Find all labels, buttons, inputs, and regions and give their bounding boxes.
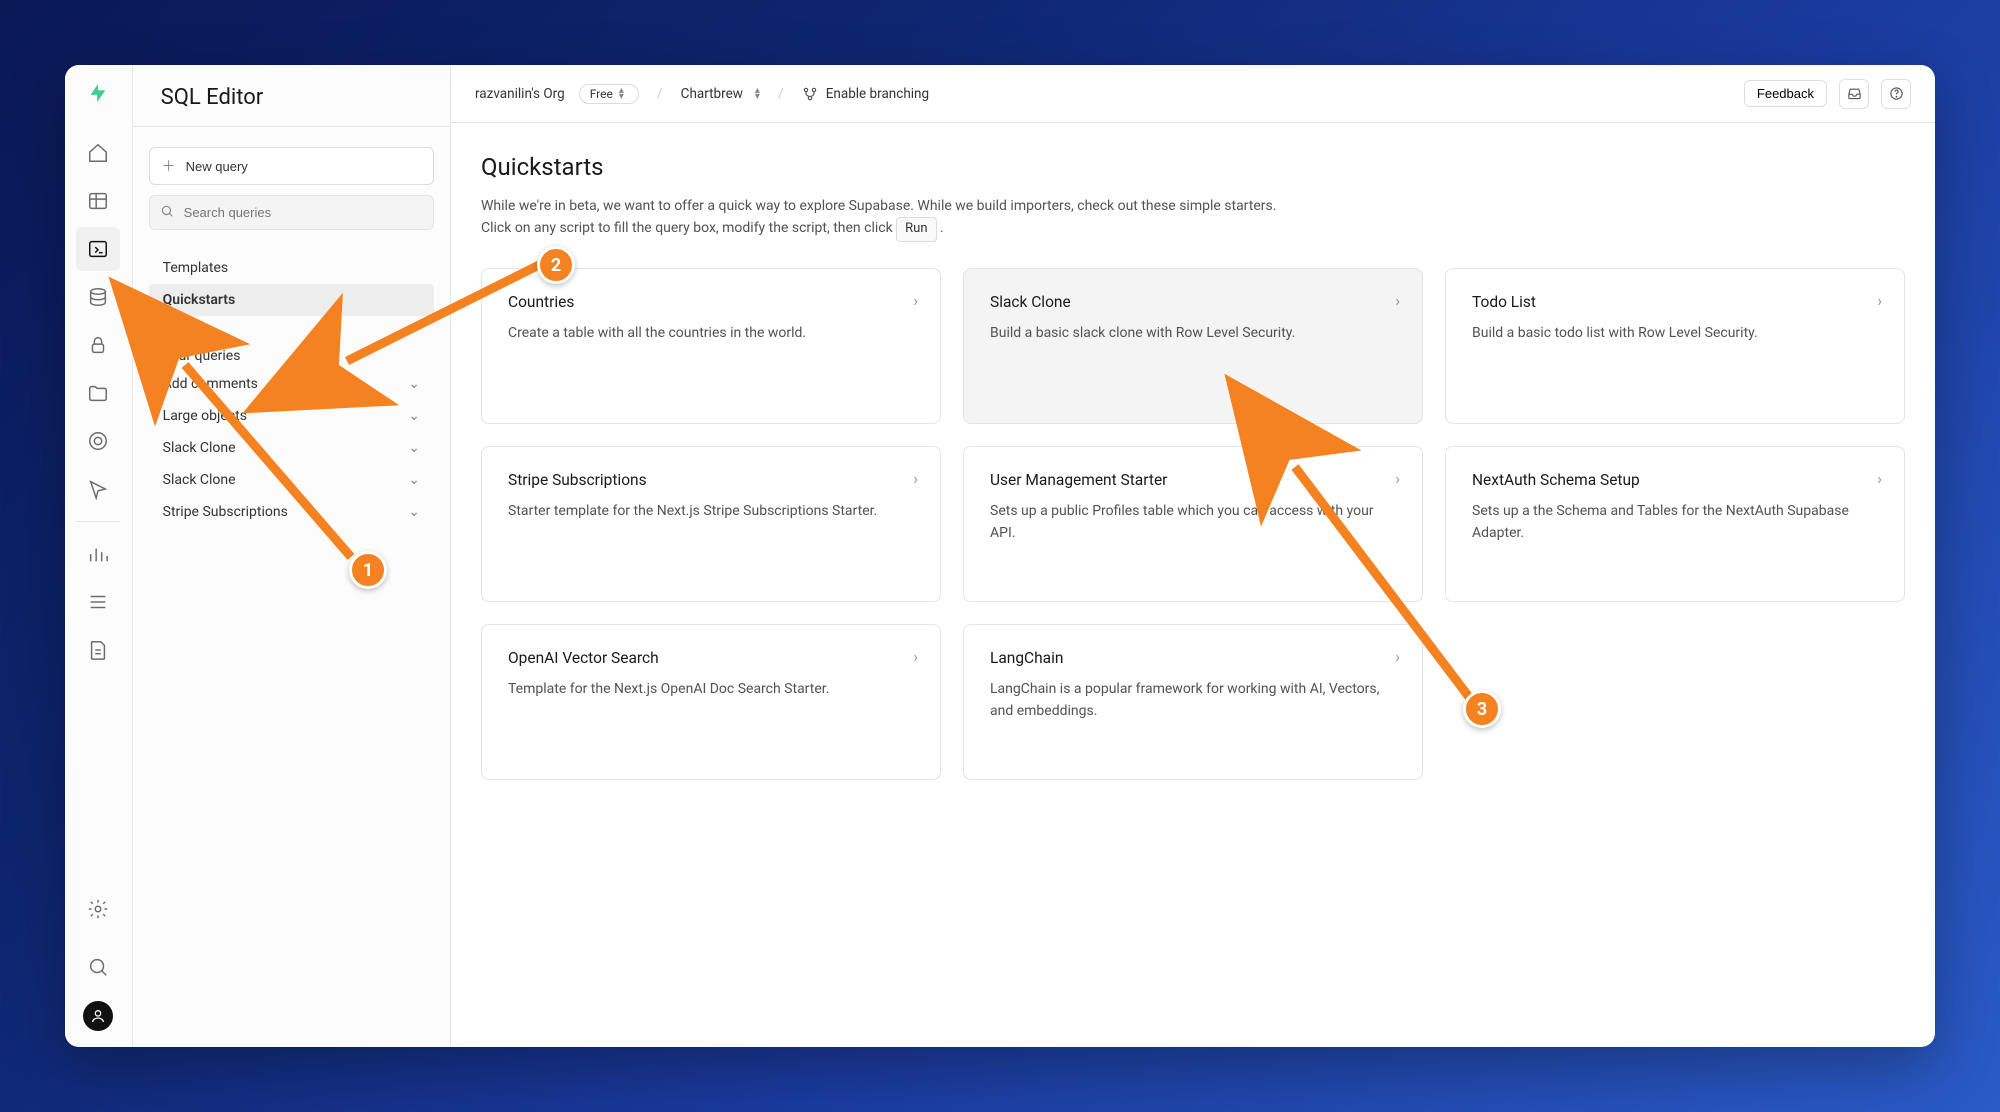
chevron-right-icon: › — [913, 469, 918, 488]
nav-realtime[interactable] — [76, 467, 120, 511]
chevron-right-icon: › — [1877, 291, 1882, 310]
content: Quickstarts While we're in beta, we want… — [451, 123, 1935, 1047]
search-icon — [160, 203, 174, 222]
chevron-down-icon: ⌄ — [408, 472, 420, 488]
quickstart-grid: Countries Create a table with all the co… — [481, 268, 1905, 780]
new-query-button[interactable]: ＋ New query — [149, 147, 434, 185]
topbar: razvanilin's Org Free ▴▾ / Chartbrew ▴▾ … — [451, 65, 1935, 123]
nav-home[interactable] — [76, 131, 120, 175]
branch-icon — [802, 86, 818, 102]
chevron-right-icon: › — [913, 647, 918, 666]
chevron-down-icon: ⌄ — [408, 440, 420, 456]
enable-branching[interactable]: Enable branching — [802, 86, 929, 102]
plus-icon: ＋ — [162, 156, 176, 176]
chevron-right-icon: › — [1395, 647, 1400, 666]
card-openai[interactable]: OpenAI Vector Search Template for the Ne… — [481, 624, 941, 780]
sidebar-quickstarts[interactable]: Quickstarts — [149, 284, 434, 316]
breadcrumb-org[interactable]: razvanilin's Org — [475, 86, 565, 102]
user-avatar[interactable] — [83, 1001, 113, 1031]
help-icon[interactable] — [1881, 79, 1911, 109]
chevron-right-icon: › — [913, 291, 918, 310]
nav-logs[interactable] — [76, 580, 120, 624]
card-user-mgmt[interactable]: User Management Starter Sets up a public… — [963, 446, 1423, 602]
chevron-right-icon: › — [1877, 469, 1882, 488]
card-slack-clone[interactable]: Slack Clone Build a basic slack clone wi… — [963, 268, 1423, 424]
separator: / — [774, 86, 788, 102]
inbox-icon[interactable] — [1839, 79, 1869, 109]
plan-badge[interactable]: Free ▴▾ — [579, 84, 639, 104]
chevron-right-icon: › — [1395, 469, 1400, 488]
search-input[interactable] — [184, 205, 423, 220]
breadcrumb-project[interactable]: Chartbrew ▴▾ — [681, 86, 760, 102]
query-item[interactable]: Stripe Subscriptions⌄ — [149, 496, 434, 528]
card-stripe[interactable]: Stripe Subscriptions Starter template fo… — [481, 446, 941, 602]
chevron-down-icon: ⌄ — [408, 408, 420, 424]
nav-sql-editor[interactable] — [76, 227, 120, 271]
annotation-1: 1 — [349, 551, 387, 589]
nav-settings[interactable] — [76, 887, 120, 931]
icon-rail — [65, 65, 133, 1047]
chevron-down-icon: ⌄ — [408, 376, 420, 392]
rail-divider — [76, 521, 120, 522]
nav-edge-functions[interactable] — [76, 419, 120, 463]
card-todo-list[interactable]: Todo List Build a basic todo list with R… — [1445, 268, 1905, 424]
query-item[interactable]: Slack Clone⌄ — [149, 464, 434, 496]
run-chip: Run — [896, 217, 936, 242]
feedback-button[interactable]: Feedback — [1744, 80, 1827, 107]
search-queries-field[interactable] — [149, 195, 434, 230]
query-item[interactable]: Slack Clone⌄ — [149, 432, 434, 464]
supabase-logo[interactable] — [82, 77, 114, 109]
card-countries[interactable]: Countries Create a table with all the co… — [481, 268, 941, 424]
updown-icon: ▴▾ — [755, 88, 760, 100]
annotation-3: 3 — [1463, 690, 1501, 728]
nav-storage[interactable] — [76, 371, 120, 415]
new-query-label: New query — [186, 159, 248, 174]
sidebar-title: SQL Editor — [133, 65, 450, 127]
annotation-2: 2 — [537, 246, 575, 284]
nav-reports[interactable] — [76, 532, 120, 576]
chevron-right-icon: › — [1395, 291, 1400, 310]
main-area: razvanilin's Org Free ▴▾ / Chartbrew ▴▾ … — [451, 65, 1935, 1047]
query-item[interactable]: Add comments⌄ — [149, 368, 434, 400]
nav-database[interactable] — [76, 275, 120, 319]
sidebar-panel: SQL Editor ＋ New query Templates Quickst… — [133, 65, 451, 1047]
chevron-down-icon: ⌄ — [408, 504, 420, 520]
nav-api-docs[interactable] — [76, 628, 120, 672]
app-window: SQL Editor ＋ New query Templates Quickst… — [65, 65, 1935, 1047]
intro-text: While we're in beta, we want to offer a … — [481, 195, 1481, 242]
nav-auth[interactable] — [76, 323, 120, 367]
card-langchain[interactable]: LangChain LangChain is a popular framewo… — [963, 624, 1423, 780]
separator: / — [653, 86, 667, 102]
nav-table-editor[interactable] — [76, 179, 120, 223]
page-title: Quickstarts — [481, 153, 1905, 181]
sidebar-templates[interactable]: Templates — [149, 252, 434, 284]
card-nextauth[interactable]: NextAuth Schema Setup Sets up a the Sche… — [1445, 446, 1905, 602]
query-item[interactable]: Large objects⌄ — [149, 400, 434, 432]
nav-search[interactable] — [76, 945, 120, 989]
updown-icon: ▴▾ — [619, 88, 624, 100]
your-queries-label: Your queries — [149, 338, 434, 368]
